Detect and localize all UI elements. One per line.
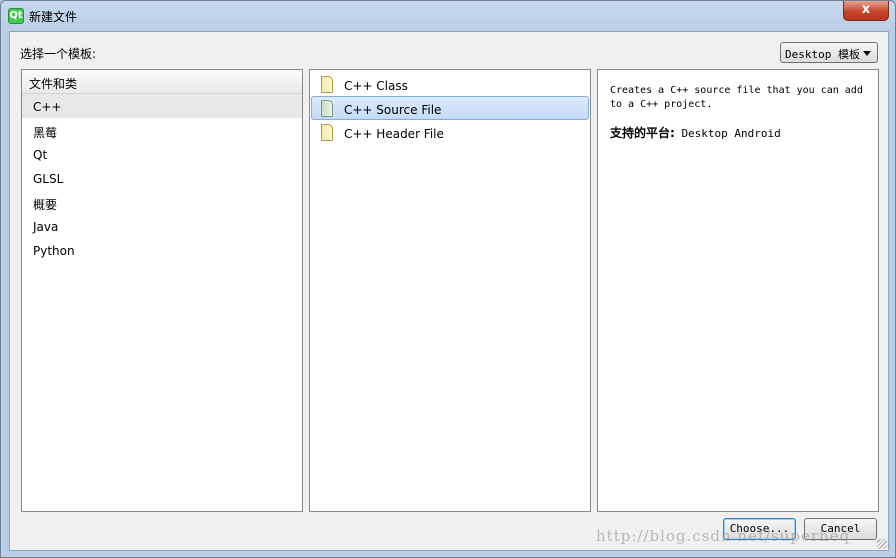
- choose-template-label: 选择一个模板:: [20, 47, 97, 61]
- template-description-panel: Creates a C++ source file that you can a…: [597, 69, 879, 512]
- dialog-content: 选择一个模板: Desktop 模板 文件和类 C++ 黑莓 Qt GLSL 概…: [9, 31, 889, 551]
- title-bar[interactable]: Qt 新建文件 x: [1, 1, 895, 31]
- category-item-blackberry[interactable]: 黑莓: [22, 118, 302, 142]
- category-item-glsl[interactable]: GLSL: [22, 166, 302, 190]
- header-file-icon: [321, 124, 333, 141]
- category-item-java[interactable]: Java: [22, 214, 302, 238]
- platform-select-value: Desktop 模板: [785, 48, 860, 61]
- header-file-icon: [321, 76, 333, 93]
- close-button[interactable]: x: [843, 1, 889, 21]
- chevron-down-icon: [863, 51, 871, 56]
- supported-platforms-label: 支持的平台:: [610, 126, 675, 140]
- template-list: C++ Class C++ Source File C++ Header Fil…: [309, 69, 591, 512]
- template-label: C++ Source File: [344, 103, 442, 117]
- window-title: 新建文件: [29, 10, 78, 24]
- dialog-window: Qt 新建文件 x 选择一个模板: Desktop 模板 文件和类 C++ 黑莓…: [0, 0, 896, 558]
- description-line: to a C++ project.: [610, 99, 713, 110]
- template-item-cpp-source-file[interactable]: C++ Source File: [311, 96, 589, 120]
- source-file-icon: [321, 100, 333, 117]
- category-item-general[interactable]: 概要: [22, 190, 302, 214]
- qt-app-icon: Qt: [8, 8, 24, 24]
- description-line: Creates a C++ source file that you can a…: [610, 85, 863, 96]
- supported-platforms: 支持的平台: Desktop Android: [598, 112, 878, 141]
- watermark: http://blog.csdn.net/superheq: [596, 527, 851, 545]
- category-header: 文件和类: [22, 70, 302, 94]
- template-item-cpp-header-file[interactable]: C++ Header File: [311, 120, 589, 144]
- category-item-qt[interactable]: Qt: [22, 142, 302, 166]
- category-item-cpp[interactable]: C++: [22, 94, 302, 118]
- template-item-cpp-class[interactable]: C++ Class: [311, 72, 589, 96]
- template-description: Creates a C++ source file that you can a…: [598, 70, 878, 112]
- category-item-python[interactable]: Python: [22, 238, 302, 262]
- category-list: 文件和类 C++ 黑莓 Qt GLSL 概要 Java Python: [21, 69, 303, 512]
- supported-platforms-value: Desktop Android: [681, 127, 781, 140]
- template-label: C++ Class: [344, 79, 408, 93]
- resize-grip[interactable]: [877, 539, 887, 549]
- platform-template-select[interactable]: Desktop 模板: [780, 42, 878, 63]
- template-label: C++ Header File: [344, 127, 444, 141]
